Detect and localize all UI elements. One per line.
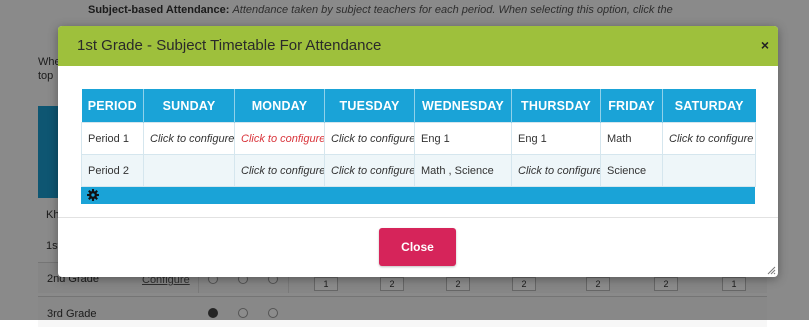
gear-icon[interactable] <box>86 188 100 202</box>
period-label: Period 2 <box>81 154 144 187</box>
subject-timetable: PERIOD SUNDAY MONDAY TUESDAY WEDNESDAY T… <box>81 89 756 204</box>
timetable-row-period-2: Period 2 Click to configure Click to con… <box>81 154 756 187</box>
configure-cell-monday[interactable]: Click to configure <box>234 122 325 155</box>
configure-cell-saturday[interactable]: Click to configure <box>662 122 756 155</box>
column-header-saturday: SATURDAY <box>662 89 756 123</box>
timetable-header-row: PERIOD SUNDAY MONDAY TUESDAY WEDNESDAY T… <box>81 89 756 123</box>
modal-header: 1st Grade - Subject Timetable For Attend… <box>58 26 778 66</box>
subject-cell-wednesday[interactable]: Eng 1 <box>414 122 512 155</box>
modal-title: 1st Grade - Subject Timetable For Attend… <box>77 37 382 54</box>
column-header-period: PERIOD <box>81 89 144 123</box>
subject-cell-wednesday[interactable]: Math , Science <box>414 154 512 187</box>
configure-cell-thursday[interactable]: Click to configure <box>511 154 601 187</box>
column-header-tuesday: TUESDAY <box>324 89 415 123</box>
modal-divider <box>58 217 778 218</box>
empty-cell-saturday[interactable] <box>662 154 756 187</box>
empty-cell-sunday[interactable] <box>143 154 235 187</box>
configure-cell-tuesday[interactable]: Click to configure <box>324 122 415 155</box>
resize-handle-icon[interactable] <box>766 265 776 275</box>
column-header-sunday: SUNDAY <box>143 89 235 123</box>
close-icon[interactable]: × <box>761 38 769 52</box>
subject-cell-friday[interactable]: Math <box>600 122 663 155</box>
timetable-grid: PERIOD SUNDAY MONDAY TUESDAY WEDNESDAY T… <box>81 89 756 187</box>
subject-cell-thursday[interactable]: Eng 1 <box>511 122 601 155</box>
column-header-thursday: THURSDAY <box>511 89 601 123</box>
close-button[interactable]: Close <box>379 228 456 266</box>
configure-cell-monday[interactable]: Click to configure <box>234 154 325 187</box>
timetable-footer <box>81 187 755 204</box>
column-header-wednesday: WEDNESDAY <box>414 89 512 123</box>
column-header-friday: FRIDAY <box>600 89 663 123</box>
subject-cell-friday[interactable]: Science <box>600 154 663 187</box>
period-label: Period 1 <box>81 122 144 155</box>
column-header-monday: MONDAY <box>234 89 325 123</box>
timetable-row-period-1: Period 1 Click to configure Click to con… <box>81 122 756 155</box>
timetable-modal: 1st Grade - Subject Timetable For Attend… <box>58 26 778 277</box>
configure-cell-tuesday[interactable]: Click to configure <box>324 154 415 187</box>
configure-cell-sunday[interactable]: Click to configure <box>143 122 235 155</box>
